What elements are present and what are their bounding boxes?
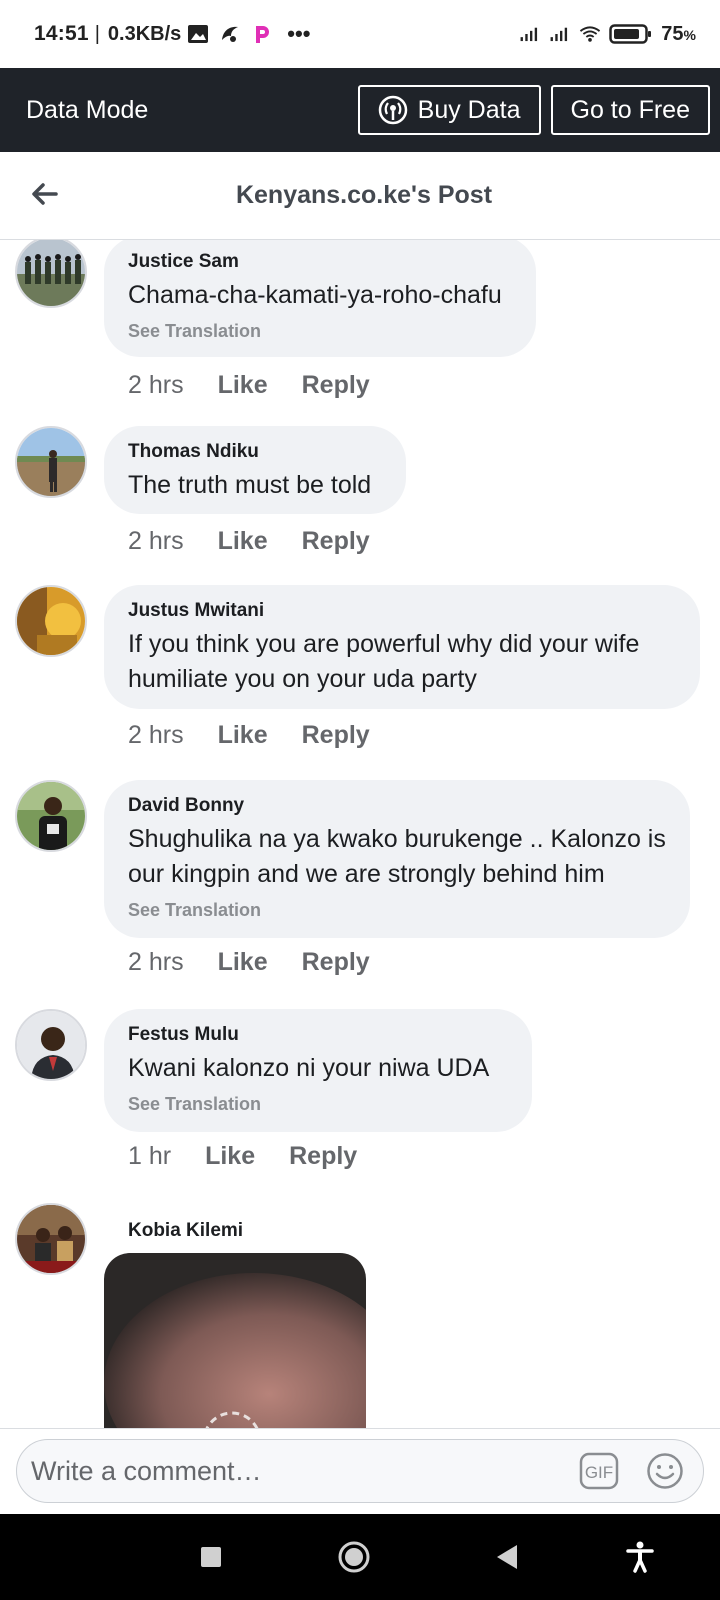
home-button[interactable] xyxy=(333,1536,375,1578)
comment-actions: 2 hrs Like Reply xyxy=(128,527,370,556)
avatar[interactable] xyxy=(15,240,87,308)
comment-bubble[interactable]: Justus Mwitani If you think you are powe… xyxy=(104,585,700,709)
photo-notification-icon xyxy=(187,23,209,45)
avatar[interactable] xyxy=(15,780,87,852)
status-time: 14:51 xyxy=(34,22,89,45)
comment-image[interactable] xyxy=(104,1253,366,1428)
go-to-free-label: Go to Free xyxy=(570,95,691,124)
reply-button[interactable]: Reply xyxy=(302,527,370,556)
gif-icon: GIF xyxy=(579,1452,619,1490)
battery-percent: 75% xyxy=(661,22,696,45)
comment-bubble[interactable]: Festus Mulu Kwani kalonzo ni your niwa U… xyxy=(104,1009,532,1132)
battery-percent-unit: % xyxy=(683,26,696,43)
buy-data-button[interactable]: Buy Data xyxy=(357,85,541,135)
comment-author[interactable]: Thomas Ndiku xyxy=(128,440,384,464)
arrow-left-icon xyxy=(32,183,58,205)
status-separator: | xyxy=(94,22,100,45)
gif-label: GIF xyxy=(585,1463,613,1482)
comment-author[interactable]: Festus Mulu xyxy=(128,1023,510,1047)
back-button[interactable] xyxy=(26,176,62,212)
comment-bubble[interactable]: David Bonny Shughulika na ya kwako buruk… xyxy=(104,780,690,938)
post-header: Kenyans.co.ke's Post xyxy=(0,152,720,240)
comment-time: 2 hrs xyxy=(128,948,184,976)
recents-button[interactable] xyxy=(190,1536,232,1578)
like-button[interactable]: Like xyxy=(218,527,268,556)
circle-home-icon xyxy=(338,1541,370,1573)
comments-list: Justice Sam Chama-cha-kamati-ya-roho-cha… xyxy=(0,240,720,1428)
square-icon xyxy=(201,1547,221,1567)
comment-author[interactable]: Justus Mwitani xyxy=(128,599,678,623)
comment-input-wrapper: GIF xyxy=(16,1439,704,1503)
avatar[interactable] xyxy=(15,1009,87,1081)
comment-text: The truth must be told xyxy=(128,471,372,499)
comment-actions: 2 hrs Like Reply xyxy=(128,948,370,977)
comment-bubble[interactable]: Thomas Ndiku The truth must be told xyxy=(104,426,406,514)
app-notification-icon xyxy=(219,23,241,45)
p-app-notification-icon xyxy=(251,23,273,45)
like-button[interactable]: Like xyxy=(205,1142,255,1171)
reply-button[interactable]: Reply xyxy=(289,1142,357,1171)
comment-bubble[interactable]: Justice Sam Chama-cha-kamati-ya-roho-cha… xyxy=(104,240,536,357)
like-button[interactable]: Like xyxy=(218,948,268,977)
reply-button[interactable]: Reply xyxy=(302,721,370,750)
comment-text: Chama-cha-kamati-ya-roho-chafu xyxy=(128,281,502,309)
page-title: Kenyans.co.ke's Post xyxy=(235,181,493,209)
comment-author[interactable]: Kobia Kilemi xyxy=(128,1219,243,1243)
go-to-free-button[interactable]: Go to Free xyxy=(550,85,710,135)
reply-button[interactable]: Reply xyxy=(302,371,370,400)
comment-author[interactable]: Justice Sam xyxy=(128,250,514,274)
banner-actions: Buy Data Go to Free xyxy=(357,85,710,135)
data-mode-label: Data Mode xyxy=(26,95,149,124)
see-translation-link[interactable]: See Translation xyxy=(128,898,668,922)
back-nav-button[interactable] xyxy=(486,1536,528,1578)
comment-text: Kwani kalonzo ni your niwa UDA xyxy=(128,1054,490,1082)
comment-time: 1 hr xyxy=(128,1142,172,1170)
signal-icon-2 xyxy=(549,23,571,45)
status-bar: 14:51 | 0.3KB/s ••• 75% xyxy=(0,0,720,68)
avatar[interactable] xyxy=(15,585,87,657)
accessibility-button[interactable] xyxy=(619,1536,661,1578)
avatar[interactable] xyxy=(15,1203,87,1275)
gif-button[interactable]: GIF xyxy=(579,1451,619,1491)
wifi-icon xyxy=(579,23,601,45)
see-translation-link[interactable]: See Translation xyxy=(128,1092,510,1116)
smiley-icon xyxy=(647,1453,683,1489)
comment-author[interactable]: David Bonny xyxy=(128,794,668,818)
like-button[interactable]: Like xyxy=(218,721,268,750)
comment-time: 2 hrs xyxy=(128,371,184,399)
data-mode-banner: Data Mode Buy Data Go to Free xyxy=(0,68,720,152)
more-notifications-icon: ••• xyxy=(287,21,311,46)
like-button[interactable]: Like xyxy=(218,371,268,400)
reply-button[interactable]: Reply xyxy=(302,948,370,977)
triangle-back-icon xyxy=(497,1545,517,1569)
status-net-speed: 0.3KB/s xyxy=(107,22,182,45)
buy-data-label: Buy Data xyxy=(417,95,521,124)
comment-text: Shughulika na ya kwako burukenge .. Kalo… xyxy=(128,825,666,888)
system-nav-bar xyxy=(0,1514,720,1600)
comment-actions: 1 hr Like Reply xyxy=(128,1142,357,1171)
comment-input[interactable] xyxy=(31,1455,579,1487)
comment-time: 2 hrs xyxy=(128,721,184,749)
comment-time: 2 hrs xyxy=(128,527,184,555)
battery-icon xyxy=(609,23,653,45)
comment-composer: GIF xyxy=(0,1428,720,1514)
broadcast-icon xyxy=(378,95,407,125)
emoji-button[interactable] xyxy=(645,1451,685,1491)
comment-actions: 2 hrs Like Reply xyxy=(128,371,370,400)
avatar[interactable] xyxy=(15,426,87,498)
see-translation-link[interactable]: See Translation xyxy=(128,319,514,343)
comment-actions: 2 hrs Like Reply xyxy=(128,721,370,750)
signal-icon xyxy=(519,23,541,45)
comment-text: If you think you are powerful why did yo… xyxy=(128,630,640,693)
accessibility-icon xyxy=(626,1541,654,1573)
